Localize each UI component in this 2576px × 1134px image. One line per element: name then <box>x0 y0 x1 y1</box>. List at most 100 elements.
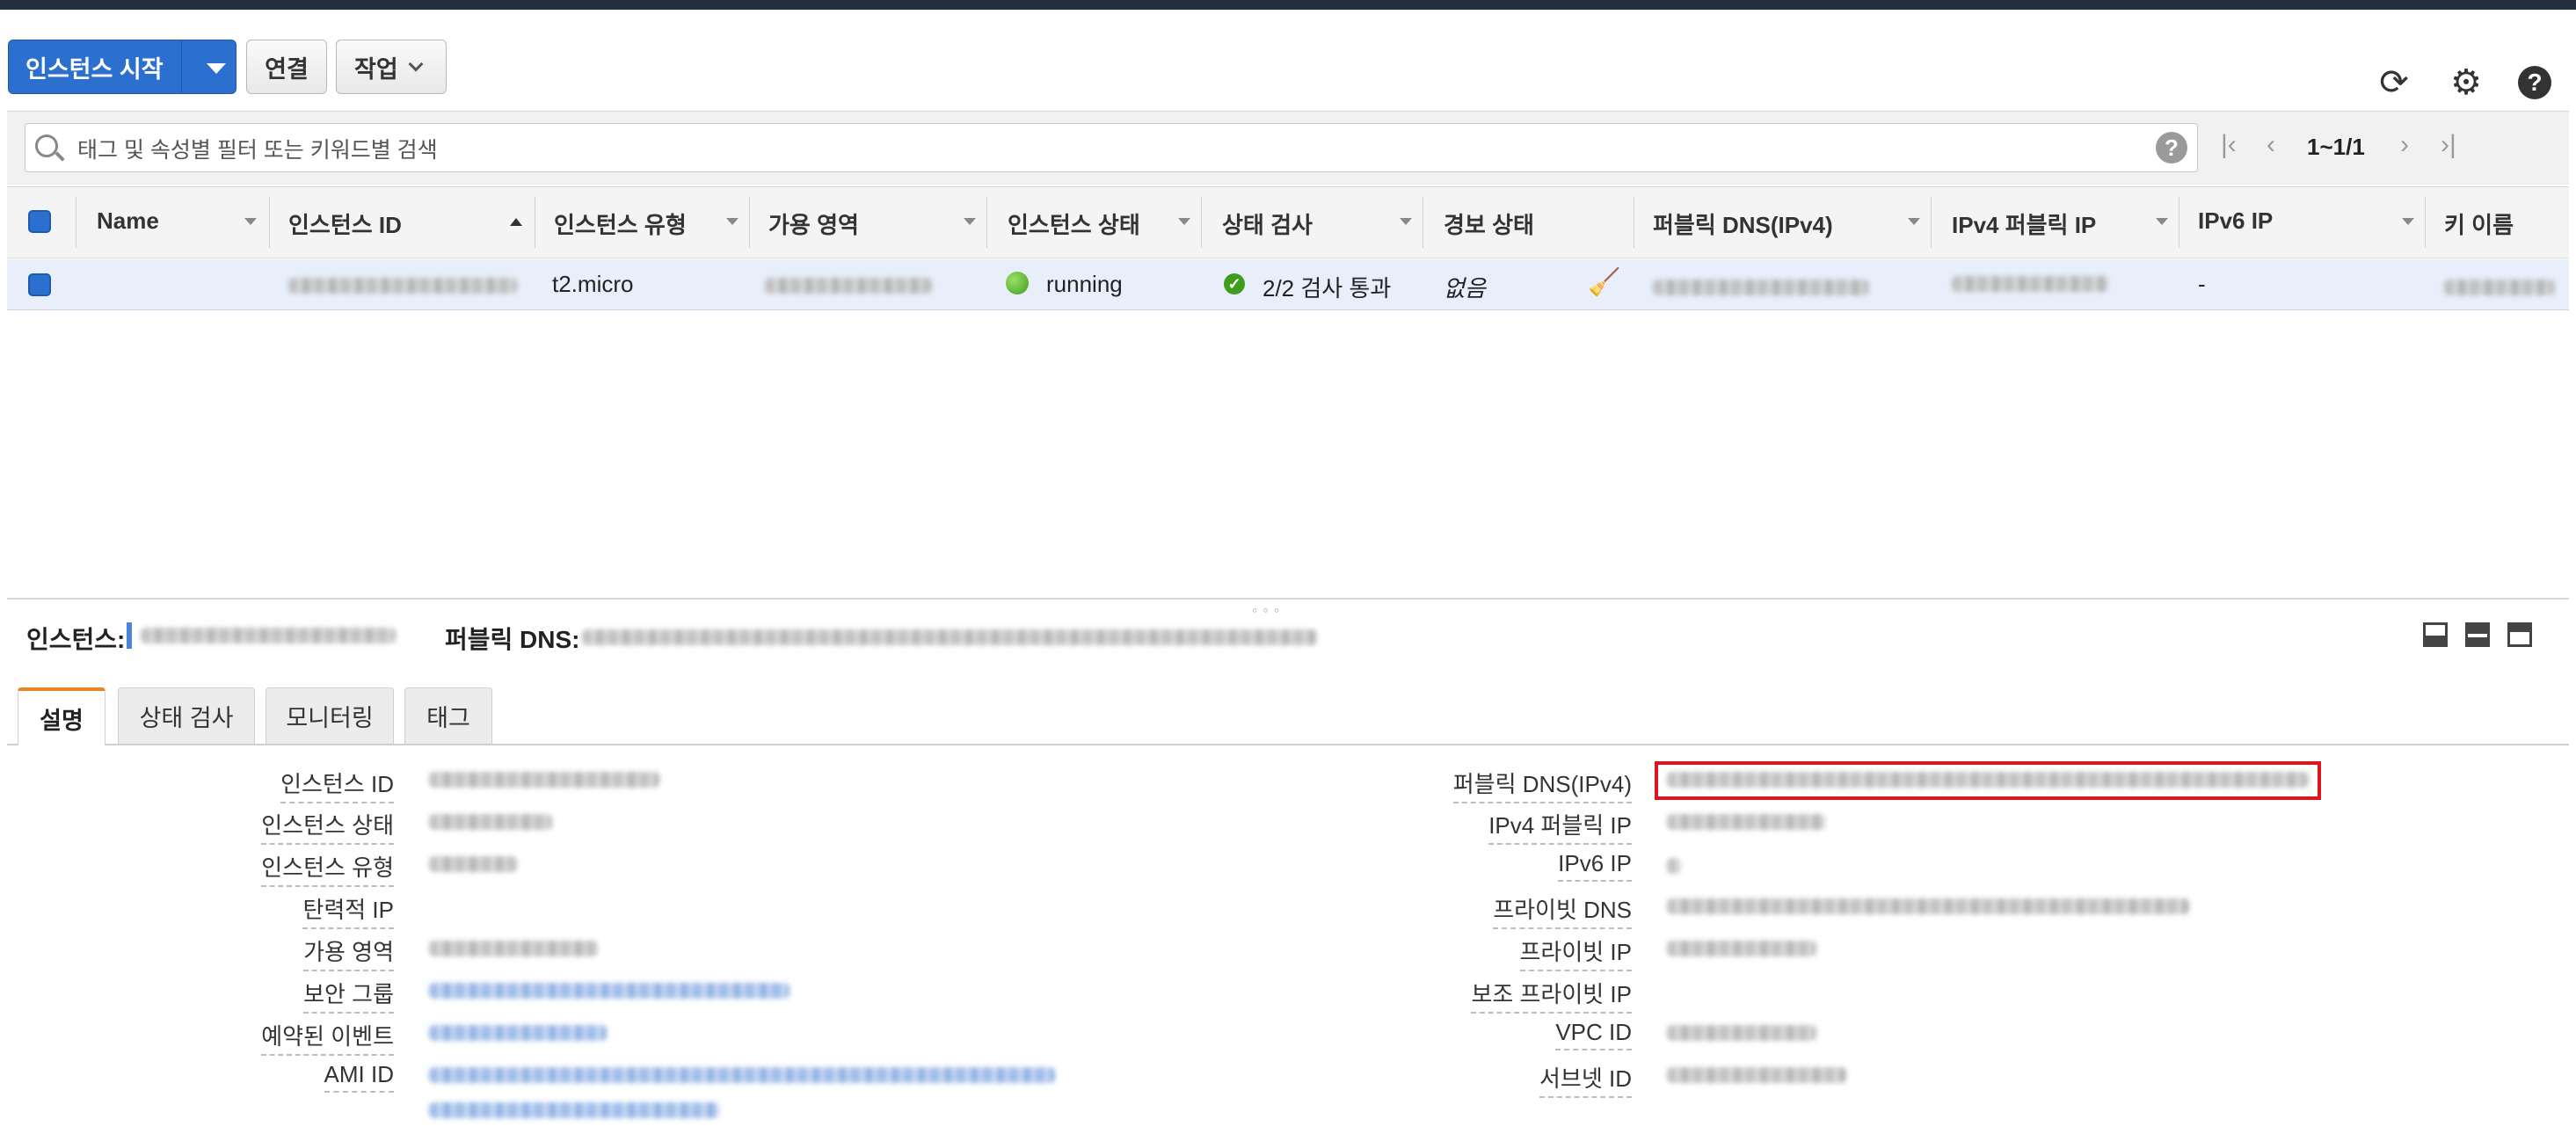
field-value-private-ip <box>1667 941 1816 956</box>
ipv6-ip-cell: - <box>2198 271 2206 297</box>
detail-instance-label: 인스턴스: <box>26 626 126 653</box>
availability-zone-redacted <box>765 278 932 294</box>
tab-strip-border <box>7 744 2569 745</box>
tab-tags[interactable]: 태그 <box>404 687 492 744</box>
search-help-icon[interactable]: ? <box>2156 132 2187 164</box>
field-label-ami-id: AMI ID <box>324 1061 394 1093</box>
instance-id-redacted <box>288 278 517 294</box>
sort-caret-icon[interactable] <box>726 218 739 225</box>
column-header-public-dns[interactable]: 퍼블릭 DNS(IPv4) <box>1653 207 1833 240</box>
column-divider <box>2425 197 2426 248</box>
column-divider <box>986 197 987 248</box>
detail-public-dns-label: 퍼블릭 DNS: <box>445 626 580 653</box>
column-divider <box>269 197 270 248</box>
refresh-icon[interactable]: ⟳ <box>2376 63 2412 102</box>
field-value-ipv4-public-ip <box>1667 814 1825 830</box>
sort-caret-icon[interactable] <box>2402 218 2414 225</box>
field-label-private-dns: 프라이빗 DNS <box>1493 892 1632 929</box>
sort-caret-icon[interactable] <box>244 218 257 225</box>
key-name-redacted <box>2444 280 2555 295</box>
field-label-availability-zone: 가용 영역 <box>303 934 394 971</box>
launch-instance-button[interactable]: 인스턴스 시작 <box>8 40 236 94</box>
sort-caret-icon[interactable] <box>2156 218 2168 225</box>
field-label-instance-id: 인스턴스 ID <box>280 767 394 803</box>
field-label-ipv4-public-ip: IPv4 퍼블릭 IP <box>1488 808 1632 845</box>
column-header-availability-zone[interactable]: 가용 영역 <box>768 207 859 240</box>
panel-maximize-icon[interactable] <box>2507 622 2532 647</box>
next-page-icon[interactable]: › <box>2400 130 2409 160</box>
column-header-ipv4-public-ip[interactable]: IPv4 퍼블릭 IP <box>1952 207 2096 240</box>
field-value-scheduled-events-link[interactable] <box>429 1025 607 1041</box>
actions-label: 작업 <box>354 55 398 83</box>
top-navigation-bar <box>0 0 2576 10</box>
detail-instance-id-redacted <box>141 628 396 643</box>
field-label-scheduled-events: 예약된 이벤트 <box>261 1019 394 1056</box>
field-value-ami-id-link[interactable] <box>429 1067 1055 1083</box>
field-value-ami-id-link-line2[interactable] <box>429 1102 719 1118</box>
panel-minimize-icon[interactable] <box>2423 622 2448 647</box>
column-header-key-name[interactable]: 키 이름 <box>2444 207 2514 240</box>
ipv4-public-ip-redacted <box>1952 276 2108 292</box>
column-header-instance-state[interactable]: 인스턴스 상태 <box>1008 207 1140 240</box>
launch-instance-label: 인스턴스 시작 <box>25 55 164 83</box>
connect-button[interactable]: 연결 <box>246 40 327 94</box>
column-divider <box>749 197 750 248</box>
sort-caret-icon[interactable] <box>1908 218 1920 225</box>
field-label-subnet-id: 서브넷 ID <box>1539 1061 1632 1098</box>
splitter-grip-icon[interactable]: ◦◦◦ <box>1252 601 1284 620</box>
public-dns-redacted <box>1653 280 1869 295</box>
search-placeholder: 태그 및 속성별 필터 또는 키워드별 검색 <box>77 138 438 163</box>
actions-dropdown-button[interactable]: 작업 <box>336 40 447 94</box>
sort-caret-icon[interactable] <box>1400 218 1412 225</box>
field-label-ipv6-ip: IPv6 IP <box>1558 850 1632 882</box>
sort-caret-icon[interactable] <box>964 218 976 225</box>
field-label-secondary-private-ip: 보조 프라이빗 IP <box>1471 977 1632 1014</box>
selection-marker <box>127 622 132 649</box>
field-value-instance-type <box>429 856 517 872</box>
field-value-security-group-link[interactable] <box>429 983 790 999</box>
column-header-alarm-status[interactable]: 경보 상태 <box>1444 207 1534 240</box>
field-value-ipv6-ip <box>1667 858 1681 874</box>
field-label-elastic-ip: 탄력적 IP <box>302 892 394 929</box>
panel-splitter[interactable] <box>7 598 2569 600</box>
instance-state-cell: running <box>1046 271 1123 297</box>
launch-dropdown-caret-icon[interactable] <box>207 63 226 74</box>
previous-page-icon[interactable]: ‹ <box>2267 130 2275 160</box>
column-header-ipv6-ip[interactable]: IPv6 IP <box>2198 207 2273 235</box>
chevron-down-icon <box>408 56 424 72</box>
field-value-private-dns <box>1667 898 2189 914</box>
pagination-range: 1~1/1 <box>2307 134 2365 160</box>
sort-ascending-icon[interactable] <box>510 218 522 226</box>
panel-half-icon[interactable] <box>2465 622 2490 647</box>
field-value-vpc-id-link[interactable] <box>1667 1025 1816 1041</box>
tab-description[interactable]: 설명 <box>18 687 106 745</box>
select-all-checkbox[interactable] <box>28 210 51 233</box>
status-check-cell[interactable]: 2/2 검사 통과 <box>1263 271 1391 303</box>
column-header-instance-type[interactable]: 인스턴스 유형 <box>554 207 687 240</box>
sort-caret-icon[interactable] <box>1178 218 1190 225</box>
public-dns-highlight-box <box>1655 761 2321 800</box>
field-value-subnet-id-link[interactable] <box>1667 1067 1846 1083</box>
checkmark-icon: ✓ <box>1224 273 1245 294</box>
split-divider <box>181 40 182 93</box>
last-page-icon[interactable]: ›| <box>2441 130 2456 160</box>
help-icon[interactable]: ? <box>2516 64 2553 101</box>
column-divider <box>1931 197 1932 248</box>
alarm-status-cell: 없음 <box>1444 275 1486 302</box>
column-header-instance-id[interactable]: 인스턴스 ID <box>288 207 402 240</box>
instance-type-cell: t2.micro <box>552 271 634 297</box>
tab-status-checks[interactable]: 상태 검사 <box>118 687 255 744</box>
tab-monitoring[interactable]: 모니터링 <box>266 687 394 744</box>
field-value-instance-id <box>429 772 659 788</box>
detail-public-dns-redacted <box>582 629 1317 645</box>
first-page-icon[interactable]: |‹ <box>2221 130 2237 160</box>
column-header-name[interactable]: Name <box>97 207 159 235</box>
row-checkbox[interactable] <box>28 273 51 296</box>
field-label-vpc-id: VPC ID <box>1555 1019 1632 1050</box>
column-header-status-check[interactable]: 상태 검사 <box>1222 207 1313 240</box>
running-status-icon <box>1006 272 1029 294</box>
broom-icon[interactable]: 🧹 <box>1588 267 1620 298</box>
field-label-instance-state: 인스턴스 상태 <box>261 808 394 845</box>
gear-icon[interactable]: ⚙ <box>2448 63 2485 102</box>
column-divider <box>1201 197 1202 248</box>
